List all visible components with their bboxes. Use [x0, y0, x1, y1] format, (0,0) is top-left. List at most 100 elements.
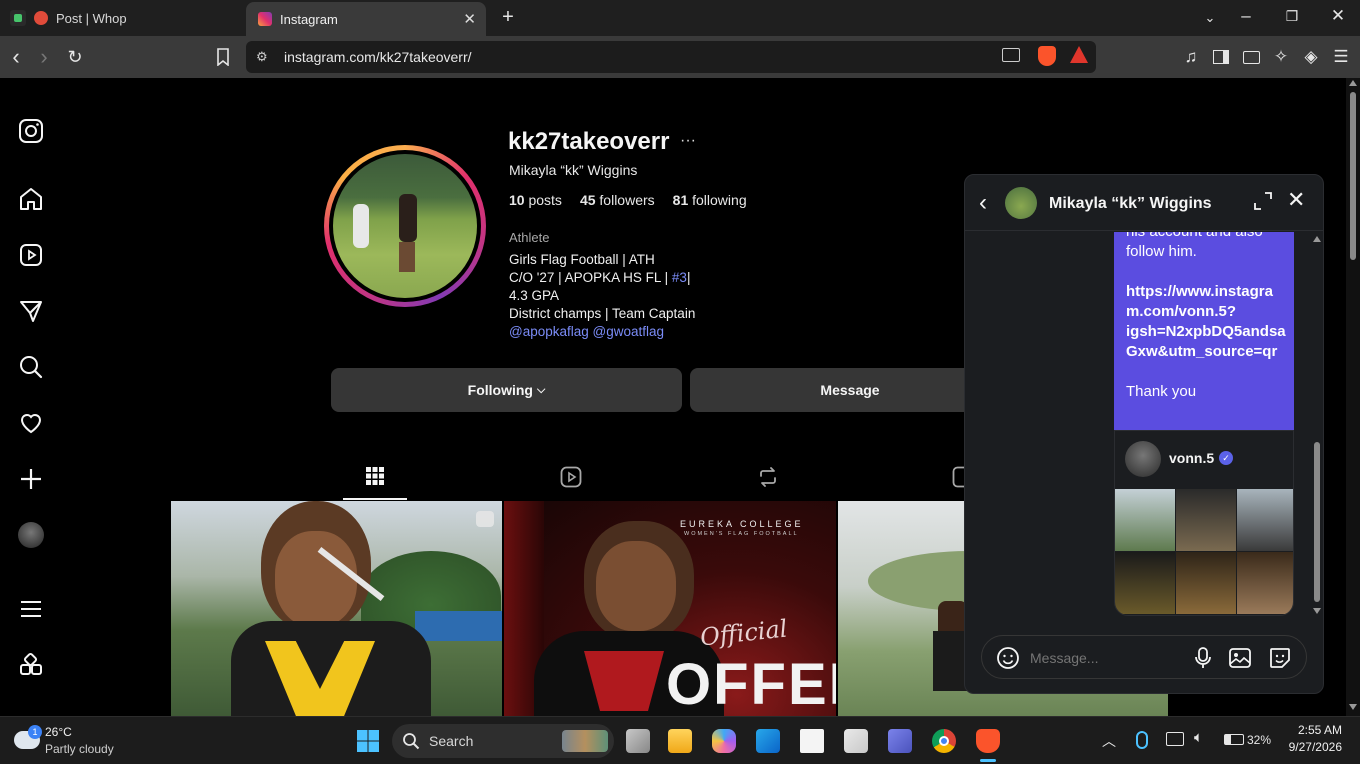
profile-options-icon[interactable]: ··· — [680, 132, 696, 150]
hashtag-link[interactable]: #3 — [672, 270, 687, 285]
notepad-icon[interactable] — [800, 729, 824, 753]
notifications-heart-icon[interactable] — [18, 410, 44, 436]
message-link[interactable]: Gxw&utm_source=qr — [1126, 342, 1282, 362]
profile-picture[interactable] — [324, 145, 486, 307]
store-icon[interactable] — [844, 729, 868, 753]
outlook-icon[interactable] — [756, 729, 780, 753]
tab-reposts[interactable] — [757, 466, 781, 490]
expand-icon[interactable] — [1253, 191, 1273, 211]
close-window-icon[interactable]: ✕ — [1328, 6, 1348, 26]
chat-back-icon[interactable]: ‹ — [979, 189, 987, 217]
teams-icon[interactable] — [888, 729, 912, 753]
create-plus-icon[interactable] — [18, 466, 44, 492]
taskbar: 1 26°C Partly cloudy Search ︿ 🔈︎ 32% 2:5… — [0, 716, 1360, 764]
photo-icon[interactable] — [1228, 646, 1252, 670]
tab-list-chevron-icon[interactable]: ⌄ — [1200, 8, 1220, 28]
network-icon[interactable] — [1166, 732, 1184, 746]
weather-widget[interactable]: 1 26°C Partly cloudy — [10, 723, 150, 759]
page-scrollbar[interactable] — [1346, 78, 1360, 716]
sticker-icon[interactable] — [1268, 646, 1292, 670]
chat-scrollbar[interactable] — [1313, 236, 1321, 616]
reels-icon[interactable] — [18, 242, 44, 268]
message-button[interactable]: Message — [690, 368, 1010, 412]
tab-posts[interactable] — [343, 458, 407, 500]
new-tab-icon[interactable]: + — [498, 6, 518, 28]
scrollbar-thumb[interactable] — [1350, 92, 1356, 260]
posts-count: 10 posts — [509, 192, 562, 208]
message-link[interactable]: m.com/vonn.5? — [1126, 302, 1282, 322]
copilot-icon[interactable] — [712, 729, 736, 753]
taskbar-search[interactable]: Search — [392, 724, 614, 758]
site-settings-icon[interactable]: ⚙ — [256, 49, 268, 65]
grid-icon — [366, 467, 384, 485]
message-input[interactable] — [1030, 646, 1190, 670]
followers-link[interactable]: 45 followers — [580, 192, 655, 208]
media-icon[interactable]: ♫ — [1180, 46, 1202, 68]
tab-tagged[interactable] — [952, 466, 964, 490]
grid-thumb — [1176, 552, 1236, 614]
brave-rewards-icon[interactable] — [1070, 46, 1088, 63]
direct-messages-icon[interactable] — [18, 298, 44, 324]
minimize-icon[interactable]: – — [1236, 6, 1256, 26]
restore-icon[interactable]: ❐ — [1282, 6, 1302, 26]
battery-icon[interactable] — [1224, 734, 1244, 745]
voice-clip-icon[interactable] — [1192, 646, 1214, 670]
following-button[interactable]: Following ⌵ — [331, 368, 682, 412]
system-tray-chevron-icon[interactable]: ︿ — [1102, 731, 1116, 751]
brave-shields-icon[interactable] — [1038, 46, 1056, 66]
chrome-icon[interactable] — [932, 729, 956, 753]
scroll-up-icon[interactable] — [1349, 80, 1357, 86]
task-view-icon[interactable] — [626, 729, 650, 753]
start-button[interactable] — [356, 729, 380, 753]
forward-icon[interactable]: › — [34, 44, 54, 69]
tab-instagram[interactable]: Instagram ✕ — [246, 2, 486, 36]
search-highlight-icon — [562, 730, 608, 752]
message-link[interactable]: https://www.instagra — [1126, 282, 1282, 302]
shared-profile-card[interactable]: vonn.5 ✓ — [1114, 430, 1294, 616]
emoji-icon[interactable] — [996, 646, 1020, 670]
post-overlay-sub: WOMEN'S FLAG FOOTBALL — [684, 531, 799, 537]
url-field[interactable]: ⚙ instagram.com/kk27takeoverr/ — [246, 41, 1096, 73]
chat-window: ‹ Mikayla “kk” Wiggins ✕ his account and… — [964, 174, 1324, 694]
mention-link[interactable]: @gwoatflag — [593, 324, 665, 339]
close-tab-icon[interactable]: ✕ — [463, 10, 476, 28]
also-from-meta-icon[interactable] — [18, 652, 44, 678]
menu-icon[interactable]: ☰ — [1330, 46, 1352, 68]
sidebar-icon[interactable] — [1210, 46, 1232, 68]
brave-browser-icon[interactable] — [976, 729, 1000, 753]
chat-title[interactable]: Mikayla “kk” Wiggins — [1049, 195, 1212, 213]
wallet-icon[interactable] — [1240, 46, 1262, 68]
reload-icon[interactable]: ↻ — [64, 46, 86, 68]
search-icon[interactable] — [18, 354, 44, 380]
tab-label: Post | Whop — [56, 10, 127, 26]
microphone-icon[interactable] — [1136, 731, 1148, 749]
bookmark-icon[interactable] — [212, 46, 234, 68]
tab-reels[interactable] — [560, 466, 584, 490]
instagram-logo-icon[interactable] — [18, 118, 44, 144]
following-link[interactable]: 81 following — [673, 192, 747, 208]
post-thumbnail[interactable]: EUREKA COLLEGE WOMEN'S FLAG FOOTBALL Off… — [504, 501, 836, 716]
scroll-down-icon[interactable] — [1349, 704, 1357, 710]
bio-line: District champs | Team Captain — [509, 306, 696, 321]
more-menu-icon[interactable] — [18, 596, 44, 622]
file-explorer-icon[interactable] — [668, 729, 692, 753]
message-link[interactable]: igsh=N2xpbDQ5andsa — [1126, 322, 1286, 342]
chat-scrollbar-thumb[interactable] — [1314, 442, 1320, 602]
chat-close-icon[interactable]: ✕ — [1287, 187, 1305, 213]
mention-link[interactable]: @apopkaflag — [509, 324, 589, 339]
message-bubble: his account and also follow him. https:/… — [1114, 232, 1294, 430]
chat-avatar[interactable] — [1005, 187, 1037, 219]
chat-scroll-up-icon[interactable] — [1313, 236, 1321, 242]
back-icon[interactable]: ‹ — [6, 44, 26, 69]
chat-scroll-down-icon[interactable] — [1313, 608, 1321, 614]
post-thumbnail[interactable] — [171, 501, 502, 716]
volume-icon[interactable]: 🔈︎ — [1194, 729, 1203, 746]
install-app-icon[interactable] — [1002, 48, 1020, 62]
taskbar-search-label: Search — [429, 733, 474, 749]
clock[interactable]: 2:55 AM 9/27/2026 — [1280, 723, 1342, 754]
tab-whop[interactable]: Post | Whop — [30, 4, 240, 32]
leo-ai-icon[interactable]: ✧ — [1270, 46, 1292, 68]
home-icon[interactable] — [18, 186, 44, 212]
vpn-icon[interactable]: ◈ — [1300, 46, 1322, 68]
profile-avatar[interactable] — [18, 522, 44, 548]
